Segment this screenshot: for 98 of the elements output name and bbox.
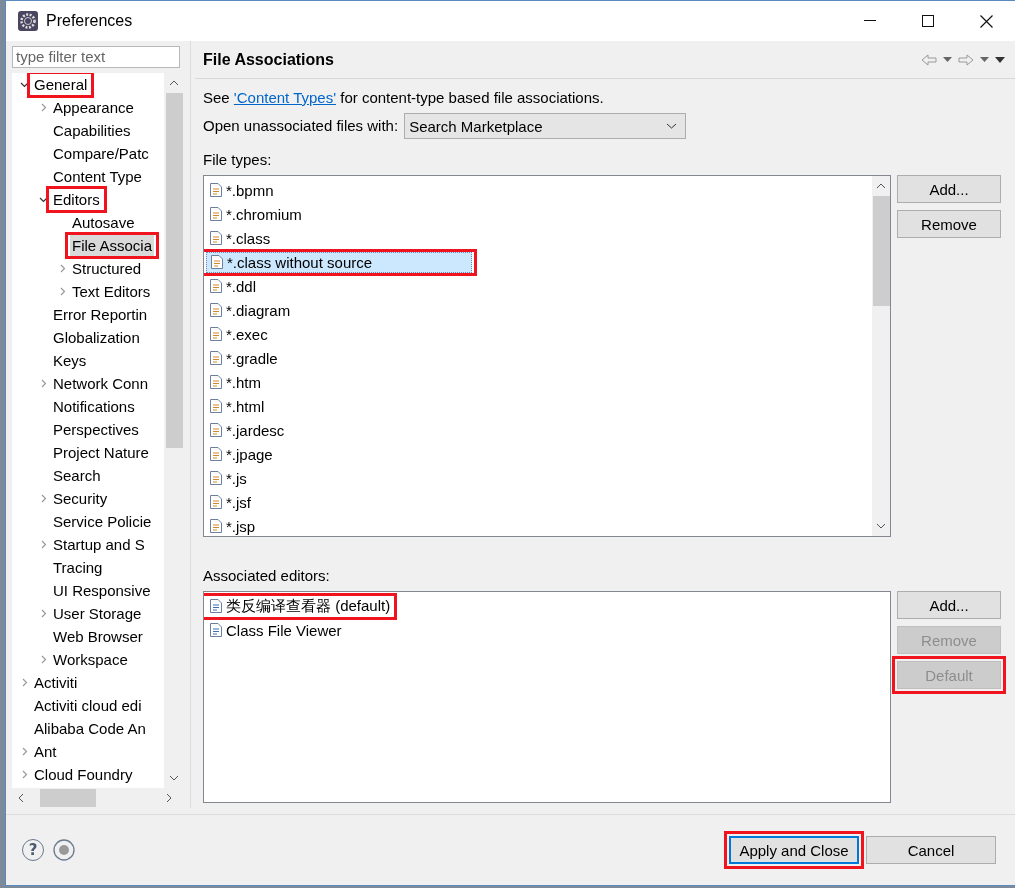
dialog-button[interactable]: Add... xyxy=(897,175,1001,203)
file-icon xyxy=(208,422,224,438)
list-item[interactable]: *.class xyxy=(206,228,273,248)
tree-item[interactable]: Tracing xyxy=(51,556,105,578)
file-icon xyxy=(208,598,224,614)
file-icon xyxy=(208,326,224,342)
tree-item[interactable]: Keys xyxy=(51,349,89,371)
open-with-label: Open unassociated files with: xyxy=(203,117,399,135)
maximize-icon[interactable] xyxy=(922,15,934,27)
list-item[interactable]: *.jpage xyxy=(206,444,275,464)
file-icon xyxy=(208,470,224,486)
tree-item[interactable]: Activiti xyxy=(32,671,80,693)
dialog-button[interactable]: Remove xyxy=(897,210,1001,238)
list-item[interactable]: *.exec xyxy=(206,324,270,344)
gear-icon xyxy=(18,11,38,31)
file-icon xyxy=(208,302,224,318)
file-icon xyxy=(208,622,224,638)
tree-item[interactable]: Workspace xyxy=(51,648,130,670)
list-item[interactable]: *.chromium xyxy=(206,204,304,224)
tree-item[interactable]: Perspectives xyxy=(51,418,141,440)
list-item[interactable]: *.jardesc xyxy=(206,420,287,440)
tree-item[interactable]: Service Policie xyxy=(51,510,154,532)
filter-field[interactable]: type filter text xyxy=(12,46,180,68)
back-arrow-icon[interactable] xyxy=(921,53,937,66)
tree-item[interactable]: Search xyxy=(51,464,103,486)
tree-item[interactable]: Structured xyxy=(70,257,144,279)
scroll-up-icon[interactable] xyxy=(169,79,179,86)
tree-item[interactable]: Autosave xyxy=(70,211,137,233)
tree-item[interactable]: Content Type xyxy=(51,165,144,187)
file-icon xyxy=(208,398,224,414)
scroll-up-icon[interactable] xyxy=(876,183,886,189)
list-item[interactable]: *.gradle xyxy=(206,348,280,368)
editor-dropdown[interactable]: Search Marketplace xyxy=(404,113,687,139)
tree-item[interactable]: Notifications xyxy=(51,395,137,417)
forward-arrow-icon[interactable] xyxy=(958,53,974,66)
tree-item[interactable]: General xyxy=(32,73,90,95)
tree-item[interactable]: File Associa xyxy=(70,234,155,256)
close-icon[interactable] xyxy=(980,14,993,28)
tree-item[interactable]: Editors xyxy=(51,188,102,210)
tree-item[interactable]: Project Nature xyxy=(51,441,151,463)
file-icon xyxy=(208,350,224,366)
dialog-button[interactable]: Add... xyxy=(897,591,1001,619)
file-icon xyxy=(208,182,224,198)
tree-item[interactable]: Web Browser xyxy=(51,625,145,647)
tree-item[interactable]: Startup and S xyxy=(51,533,147,555)
associated-editors-label: Associated editors: xyxy=(203,567,330,585)
minimize-icon[interactable] xyxy=(864,20,876,22)
file-icon xyxy=(208,446,224,462)
menu-icon[interactable] xyxy=(995,56,1005,63)
tree-item[interactable]: Security xyxy=(51,487,110,509)
tree-item[interactable]: User Storage xyxy=(51,602,144,624)
chevron-down-icon[interactable] xyxy=(666,123,678,129)
file-icon xyxy=(208,206,224,222)
vertical-scrollbar[interactable] xyxy=(872,176,890,536)
tree-item[interactable]: Globalization xyxy=(51,326,142,348)
tree-item[interactable]: Appearance xyxy=(51,96,136,118)
tree-item[interactable]: Compare/Patc xyxy=(51,142,151,164)
window-title: Preferences xyxy=(46,12,133,30)
tree-item[interactable]: Ant xyxy=(32,740,59,762)
list-item[interactable]: 类反编译查看器 (default) xyxy=(206,595,393,617)
tree-item[interactable]: UI Responsive xyxy=(51,579,153,601)
list-item[interactable]: *.bpmn xyxy=(206,180,276,200)
record-icon[interactable] xyxy=(53,839,75,861)
list-item[interactable]: *.class without source xyxy=(206,251,472,273)
file-icon xyxy=(208,374,224,390)
tree-item[interactable]: Capabilities xyxy=(51,119,133,141)
list-item[interactable]: *.diagram xyxy=(206,300,293,320)
content-types-link[interactable]: 'Content Types' xyxy=(233,89,337,106)
description-text: See 'Content Types' for content-type based file associations. xyxy=(203,89,605,107)
scroll-right-icon[interactable] xyxy=(166,793,172,804)
scroll-down-icon[interactable] xyxy=(876,523,886,529)
file-icon xyxy=(208,518,224,534)
file-icon xyxy=(208,230,224,246)
list-item[interactable]: *.jsp xyxy=(206,516,258,536)
file-types-label: File types: xyxy=(203,151,272,169)
tree-item[interactable]: Text Editors xyxy=(70,280,153,302)
list-item[interactable]: *.html xyxy=(206,396,267,416)
list-item[interactable]: *.ddl xyxy=(206,276,259,296)
scroll-left-icon[interactable] xyxy=(18,793,24,804)
tree-item[interactable]: Error Reportin xyxy=(51,303,150,325)
help-button[interactable]: ? xyxy=(22,839,44,861)
tree-item[interactable]: Activiti cloud edi xyxy=(32,694,144,716)
list-item[interactable]: *.js xyxy=(206,468,249,488)
list-item[interactable]: Class File Viewer xyxy=(206,620,344,640)
list-item[interactable]: *.jsf xyxy=(206,492,253,512)
dropdown-arrow-icon[interactable] xyxy=(980,57,989,62)
file-icon xyxy=(208,494,224,510)
list-item[interactable]: *.htm xyxy=(206,372,263,392)
tree-item[interactable]: Alibaba Code An xyxy=(32,717,148,739)
tree-item[interactable]: Cloud Foundry xyxy=(32,763,135,785)
tree-item[interactable]: Network Conn xyxy=(51,372,151,394)
dialog-button[interactable]: Cancel xyxy=(866,836,996,864)
file-icon xyxy=(209,254,225,270)
dialog-button[interactable]: Apply and Close xyxy=(729,836,859,864)
page-title: File Associations xyxy=(203,50,334,69)
scroll-down-icon[interactable] xyxy=(169,775,179,782)
file-icon xyxy=(208,278,224,294)
dropdown-arrow-icon[interactable] xyxy=(943,57,952,62)
